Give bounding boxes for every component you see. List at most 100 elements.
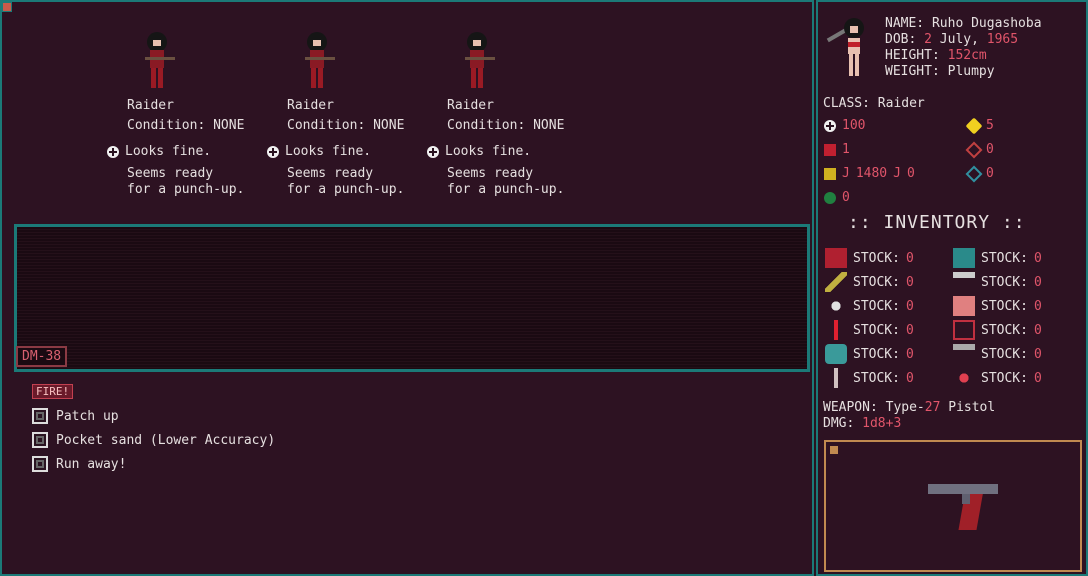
stock-value: 0 [1033, 346, 1042, 362]
enemy-card[interactable]: Raider Condition: NONE Looks fine. Seems… [107, 30, 277, 198]
alert-icon [965, 117, 983, 134]
inventory-slot[interactable]: STOCK: 0 [953, 296, 1042, 316]
enemy-desc-line: for a punch-up. [127, 182, 245, 197]
enemy-status: Looks fine. [125, 144, 212, 159]
stock-value: 0 [905, 346, 914, 362]
stock-label: STOCK: [981, 250, 1028, 266]
action-pocket-sand[interactable]: Pocket sand (Lower Accuracy) [32, 432, 275, 448]
enemy-name: Raider [447, 98, 494, 113]
dob-month: July, [939, 32, 979, 47]
weapon-type-suffix: Pistol [940, 400, 996, 415]
class-label: CLASS: [823, 96, 870, 111]
special-icon [824, 191, 836, 204]
class-row: CLASS: Raider [823, 96, 925, 111]
enemy-condition: Condition: NONE [127, 118, 245, 133]
stock-label: STOCK: [853, 370, 900, 386]
inventory-slot[interactable]: STOCK: 0 [825, 368, 914, 388]
weapon-type-prefix: Type- [885, 400, 925, 415]
health-cross-icon [824, 119, 836, 132]
inventory-slot[interactable]: STOCK: 0 [953, 320, 1042, 340]
enemy-name: Raider [127, 98, 174, 113]
action-label: Patch up [56, 408, 119, 424]
inventory-slot[interactable]: STOCK: 0 [953, 344, 1042, 364]
dm-label: DM-38 [16, 346, 68, 367]
inventory-slot[interactable]: STOCK: 0 [825, 344, 914, 364]
stock-value: 0 [1033, 274, 1042, 290]
fire-button[interactable]: FIRE! [32, 384, 74, 399]
tool-item-icon [953, 272, 975, 292]
dmg-value: 1d8+3 [862, 416, 902, 431]
medkit-item-icon [953, 296, 975, 316]
height-label: HEIGHT: [885, 48, 940, 63]
enemy-name: Raider [287, 98, 334, 113]
stock-label: STOCK: [853, 322, 900, 338]
inventory-slot[interactable]: STOCK: 0 [825, 248, 914, 268]
stock-value: 0 [905, 322, 914, 338]
inventory-slot[interactable]: STOCK: 0 [953, 248, 1042, 268]
stock-value: 0 [1033, 370, 1042, 386]
combat-log [14, 224, 810, 372]
enemy-condition: Condition: NONE [447, 118, 565, 133]
device-item-icon [825, 344, 847, 364]
exclamation-item-icon [825, 320, 847, 340]
money-icon [824, 167, 836, 180]
enemy-condition: Condition: NONE [287, 118, 405, 133]
inventory-slot[interactable]: STOCK: 0 [953, 272, 1042, 292]
inventory-slot[interactable]: STOCK: 0 [825, 272, 914, 292]
height-value: 152cm [947, 48, 987, 63]
enemy-card[interactable]: Raider Condition: NONE Looks fine. Seems… [267, 30, 437, 198]
currency-icon: J [893, 166, 901, 181]
weight-label: WEIGHT: [885, 64, 940, 79]
weapon-type-number: 27 [924, 400, 941, 415]
raider-sprite-icon [305, 32, 335, 88]
enemy-card[interactable]: Raider Condition: NONE Looks fine. Seems… [427, 30, 597, 198]
currency-icon: J [842, 166, 850, 181]
stock-label: STOCK: [853, 298, 900, 314]
panel-corner-icon [2, 2, 12, 12]
raider-sprite-icon [465, 32, 495, 88]
weapon-info: WEAPON: Type-27 Pistol DMG: 1d8+3 [823, 400, 995, 432]
health-cross-icon [107, 146, 119, 158]
stock-label: STOCK: [853, 250, 900, 266]
dob-year: 1965 [986, 32, 1019, 47]
gun-item-icon [953, 344, 975, 364]
inventory-slot[interactable]: STOCK: 0 [953, 368, 1042, 388]
weapon-label: WEAPON: [823, 400, 878, 415]
stock-label: STOCK: [853, 274, 900, 290]
enemy-desc-line: Seems ready [447, 166, 534, 181]
inventory-slot[interactable]: STOCK: 0 [825, 296, 914, 316]
info-icon[interactable] [830, 446, 838, 454]
stock-label: STOCK: [981, 322, 1028, 338]
scanner-item-icon [953, 248, 975, 268]
action-run-away[interactable]: Run away! [32, 456, 126, 472]
weapon-display[interactable] [824, 440, 1082, 572]
alert-value: 5 [986, 118, 994, 133]
health-value: 100 [842, 118, 866, 133]
character-info: NAME: Ruho Dugashoba DOB: 2 July, 1965 H… [885, 16, 1042, 80]
checkbox[interactable] [32, 456, 48, 472]
action-patch-up[interactable]: Patch up [32, 408, 119, 424]
stat-health: 100 [824, 118, 865, 133]
syringe-item-icon [825, 368, 847, 388]
card-item-icon [953, 320, 975, 340]
pistol-icon [928, 484, 998, 530]
target-value: 0 [986, 142, 994, 157]
stat-shield: 0 [965, 165, 994, 182]
checkbox[interactable] [32, 408, 48, 424]
health-cross-icon [427, 146, 439, 158]
enemy-status: Looks fine. [445, 144, 532, 159]
stat-money: J 1480 J 0 [824, 166, 915, 181]
stock-label: STOCK: [981, 274, 1028, 290]
character-name: Ruho Dugashoba [931, 16, 1042, 31]
stock-value: 0 [1033, 298, 1042, 314]
enemy-desc-line: Seems ready [127, 166, 214, 181]
bottle-item-icon [825, 296, 847, 316]
action-label: Pocket sand (Lower Accuracy) [56, 432, 276, 448]
checkbox[interactable] [32, 432, 48, 448]
shield-icon [965, 165, 983, 182]
inventory-slot[interactable]: STOCK: 0 [825, 320, 914, 340]
stock-value: 0 [905, 250, 914, 266]
stock-label: STOCK: [981, 370, 1028, 386]
stock-label: STOCK: [981, 298, 1028, 314]
health-cross-icon [267, 146, 279, 158]
